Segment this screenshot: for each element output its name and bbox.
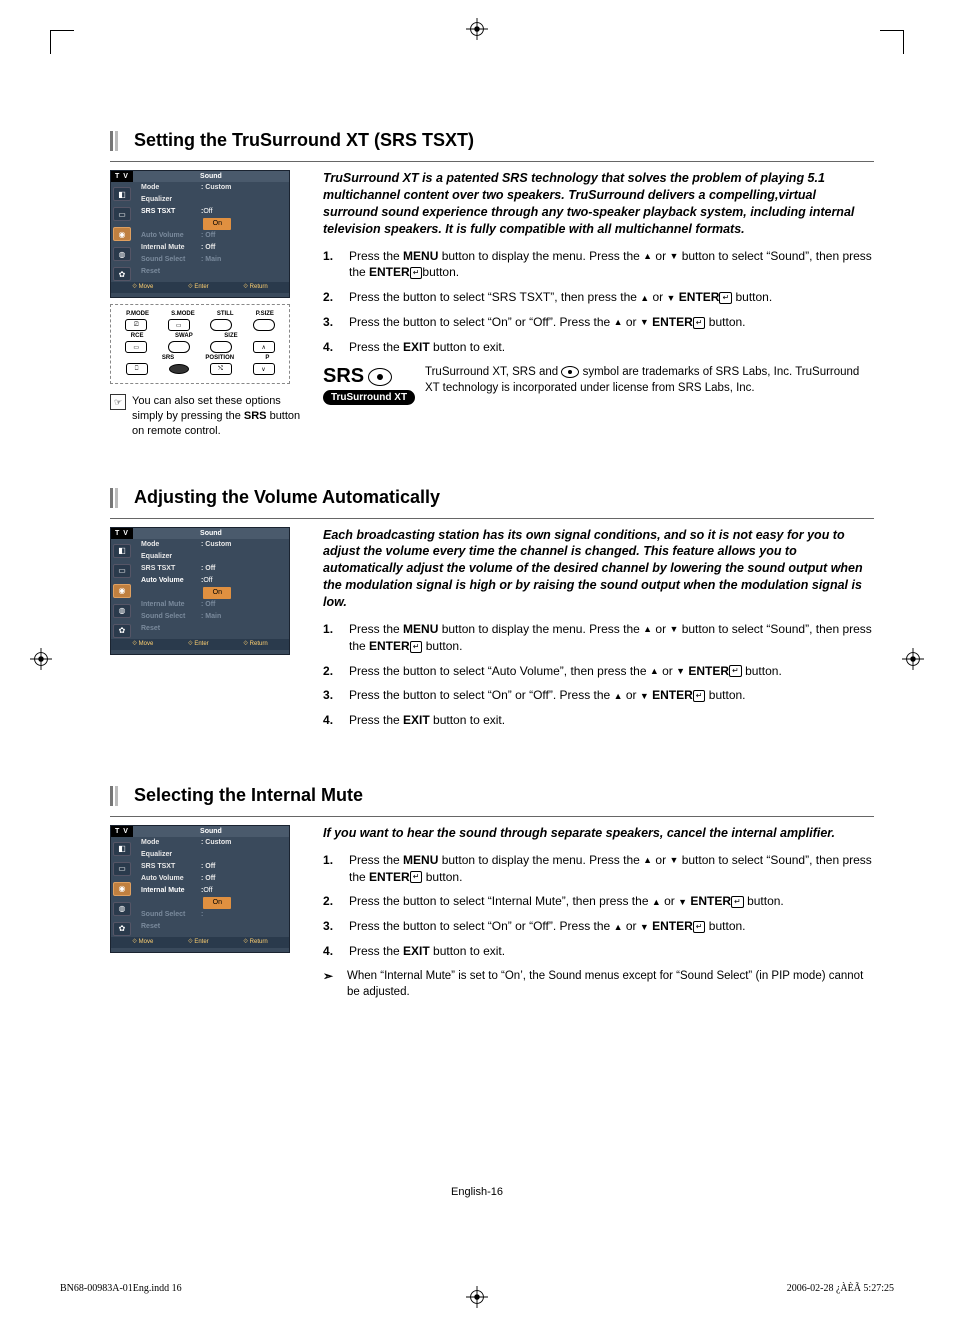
hand-icon: ☞: [110, 394, 126, 410]
srs-symbol-icon: [561, 366, 579, 378]
divider: [110, 161, 874, 162]
step-item: Press the button to select “Internal Mut…: [323, 893, 874, 910]
section-auto-volume: Adjusting the Volume Automatically T VSo…: [110, 487, 874, 737]
sub-note: ➣ When “Internal Mute” is set to “On’, t…: [323, 968, 874, 1000]
step-item: Press the button to select “Auto Volume”…: [323, 663, 874, 680]
indd-filename: BN68-00983A-01Eng.indd 16: [60, 1283, 182, 1294]
page-number: English-16: [0, 1186, 954, 1198]
step-item: Press the button to select “SRS TSXT”, t…: [323, 289, 874, 306]
section-ornament-icon: [110, 785, 122, 806]
steps-list: Press the MENU button to display the men…: [323, 248, 874, 356]
step-item: Press the button to select “On” or “Off”…: [323, 918, 874, 935]
step-item: Press the EXIT button to exit.: [323, 712, 874, 729]
step-item: Press the button to select “On” or “Off”…: [323, 687, 874, 704]
step-item: Press the MENU button to display the men…: [323, 621, 874, 655]
section-ornament-icon: [110, 487, 122, 508]
srs-trademark-text: TruSurround XT, SRS and symbol are trade…: [425, 365, 874, 396]
intro-text: Each broadcasting station has its own si…: [323, 527, 874, 611]
step-item: Press the MENU button to display the men…: [323, 852, 874, 886]
chevron-icon: ➣: [323, 968, 337, 1000]
section-internal-mute: Selecting the Internal Mute T VSound◧▭◉◍…: [110, 785, 874, 1000]
section-title: Adjusting the Volume Automatically: [134, 487, 440, 508]
step-item: Press the EXIT button to exit.: [323, 943, 874, 960]
divider: [110, 518, 874, 519]
osd-screenshot: T VSound◧▭◉◍✿Mode: CustomEqualizerSRS TS…: [110, 825, 290, 953]
osd-screenshot: T VSound◧▭◉◍✿Mode: CustomEqualizerSRS TS…: [110, 527, 290, 655]
remote-diagram: P.MODES.MODESTILLP.SIZE⎚▭RCESWAPSIZE▭∧SR…: [110, 304, 290, 384]
step-item: Press the EXIT button to exit.: [323, 339, 874, 356]
section-title: Setting the TruSurround XT (SRS TSXT): [134, 130, 474, 151]
print-footer: BN68-00983A-01Eng.indd 16 2006-02-28 ¿ÀÈ…: [60, 1283, 894, 1294]
intro-text: TruSurround XT is a patented SRS technol…: [323, 170, 874, 238]
step-item: Press the button to select “On” or “Off”…: [323, 314, 874, 331]
divider: [110, 816, 874, 817]
section-ornament-icon: [110, 130, 122, 151]
section-title: Selecting the Internal Mute: [134, 785, 363, 806]
steps-list: Press the MENU button to display the men…: [323, 852, 874, 960]
srs-logo-icon: SRS TruSurround XT: [323, 365, 415, 405]
osd-screenshot: T VSound◧▭◉◍✿Mode: CustomEqualizerSRS TS…: [110, 170, 290, 298]
intro-text: If you want to hear the sound through se…: [323, 825, 874, 842]
section-srs-tsxt: Setting the TruSurround XT (SRS TSXT) T …: [110, 130, 874, 439]
srs-trademark-block: SRS TruSurround XT TruSurround XT, SRS a…: [323, 365, 874, 405]
steps-list: Press the MENU button to display the men…: [323, 621, 874, 729]
side-note: ☞ You can also set these options simply …: [110, 394, 305, 439]
page-content: Setting the TruSurround XT (SRS TSXT) T …: [0, 0, 954, 1318]
step-item: Press the MENU button to display the men…: [323, 248, 874, 282]
print-timestamp: 2006-02-28 ¿ÀÈÃ 5:27:25: [787, 1283, 894, 1294]
